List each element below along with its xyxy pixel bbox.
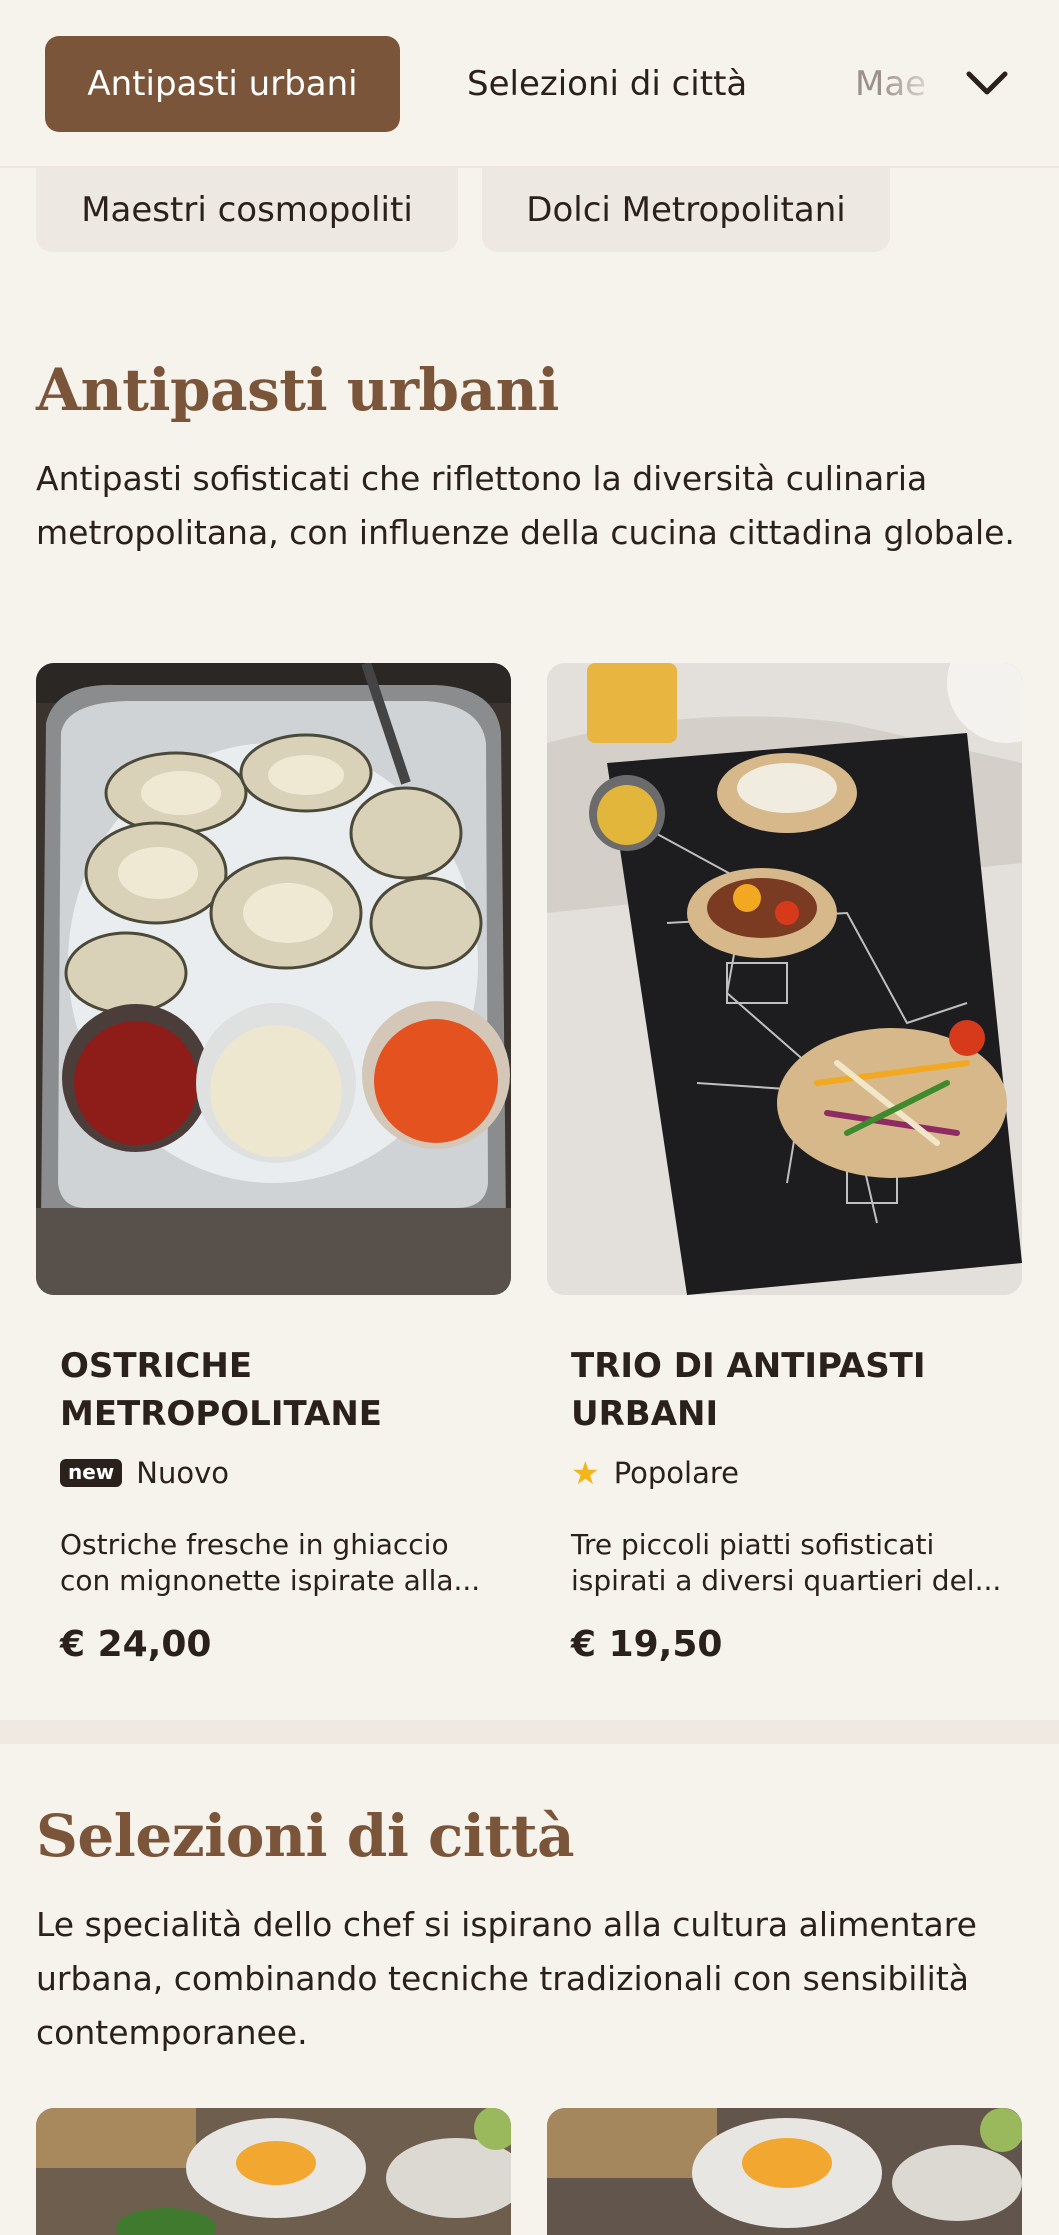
oysters-image[interactable] <box>36 663 511 1295</box>
new-badge-icon: new <box>60 1459 123 1487</box>
chip-dolci-metropolitani[interactable]: Dolci Metropolitani <box>482 168 890 252</box>
dish-image[interactable] <box>547 2108 1022 2235</box>
badge-label: Nuovo <box>136 1456 230 1490</box>
dish-description: Ostriche fresche in ghiaccio con mignone… <box>60 1528 481 1597</box>
section-title: Selezioni di città <box>36 1802 575 1870</box>
section-description: Antipasti sofisticati che riflettono la … <box>36 459 1015 552</box>
dish-name: OSTRICHE METROPOLITANE <box>60 1346 383 1434</box>
section-title: Antipasti urbani <box>36 356 559 424</box>
chevron-down-icon[interactable] <box>965 64 1009 104</box>
category-nav: Antipasti urbani Selezioni di città Mae <box>0 0 1059 168</box>
section-divider <box>0 1720 1059 1744</box>
scroll-fade <box>880 36 970 132</box>
chip-maestri-cosmopoliti[interactable]: Maestri cosmopoliti <box>36 168 458 252</box>
dish-name: TRIO DI ANTIPASTI URBANI <box>571 1346 926 1434</box>
dish-image[interactable] <box>36 2108 511 2235</box>
dish-badge: ★ Popolare <box>571 1456 739 1490</box>
dish-price: € 19,50 <box>571 1624 723 1665</box>
tab-selezioni-di-citta[interactable]: Selezioni di città <box>467 36 747 132</box>
tab-antipasti-urbani[interactable]: Antipasti urbani <box>45 36 400 132</box>
dish-badge: new Nuovo <box>60 1456 229 1490</box>
star-icon: ★ <box>571 1454 600 1492</box>
section-description: Le specialità dello chef si ispirano all… <box>36 1905 977 2052</box>
dish-description: Tre piccoli piatti sofisticati ispirati … <box>571 1528 1002 1597</box>
trio-antipasti-image[interactable] <box>547 663 1022 1295</box>
dish-price: € 24,00 <box>60 1624 212 1665</box>
badge-label: Popolare <box>613 1456 739 1490</box>
